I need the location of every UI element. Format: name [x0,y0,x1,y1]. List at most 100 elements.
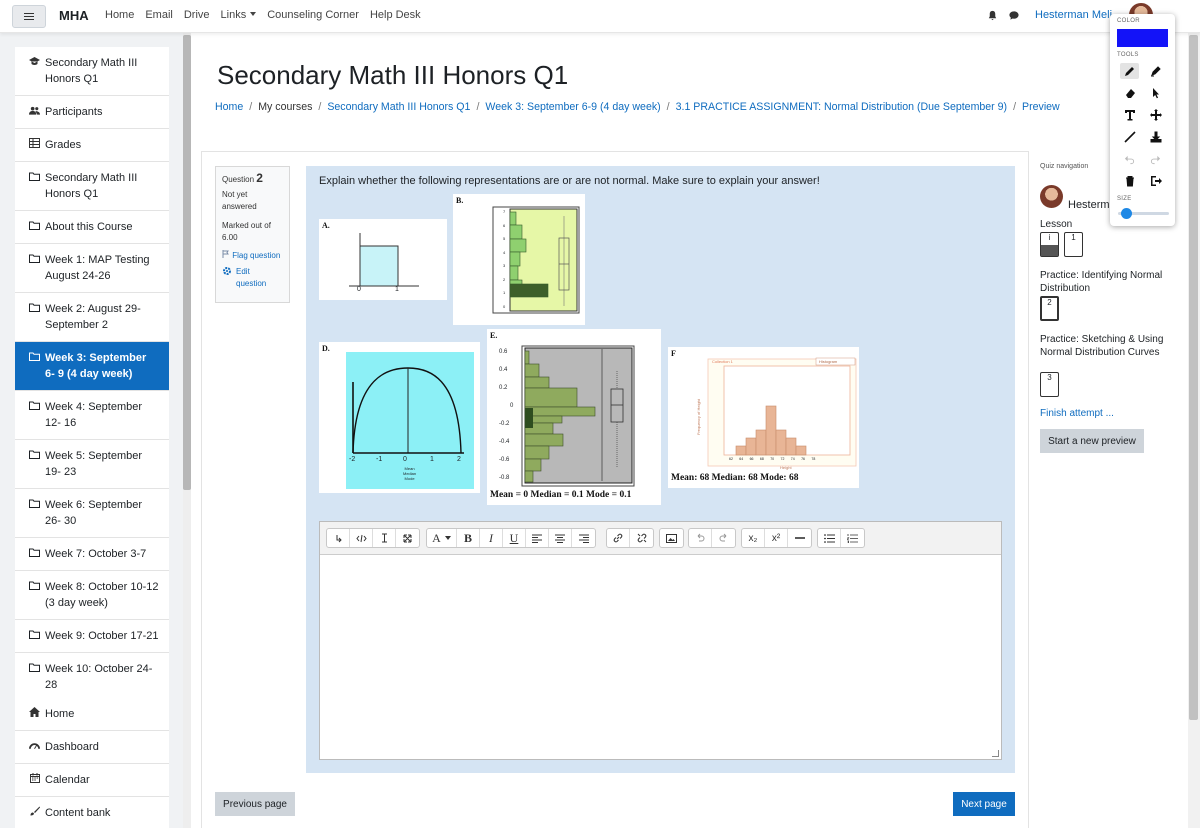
italic-button[interactable]: I [480,529,503,547]
text-cursor-button[interactable] [373,529,396,547]
hist-bar [524,445,550,460]
breadcrumb-activity[interactable]: 3.1 PRACTICE ASSIGNMENT: Normal Distribu… [676,101,1007,113]
resize-handle[interactable] [992,750,999,757]
align-right-button[interactable] [572,529,595,547]
sidebar-item-0[interactable]: Secondary Math III Honors Q1 [15,47,169,96]
font-style-dropdown[interactable]: A [427,529,457,547]
sidebar-item-3[interactable]: Secondary Math III Honors Q1 [15,162,169,211]
flag-question-link[interactable]: Flag question [222,250,283,262]
sidebar-scrollbar-thumb[interactable] [183,35,191,490]
toolbar-group-misc [326,528,420,548]
exit-tool-button[interactable] [1146,173,1165,189]
breadcrumb-separator: / [1013,101,1017,113]
answer-textarea[interactable] [320,556,1001,759]
sidebar-item-8[interactable]: Week 4: September 12- 16 [15,391,169,440]
size-slider-handle[interactable] [1121,208,1132,219]
nav-drive-link[interactable]: Drive [184,9,210,21]
site-nav-item-1[interactable]: Dashboard [15,731,169,764]
site-nav-item-3[interactable]: Content bank [15,797,169,828]
sidebar-item-12[interactable]: Week 8: October 10-12 (3 day week) [15,571,169,620]
pen-tool-button[interactable] [1120,63,1139,79]
sidebar-item-2[interactable]: Grades [15,129,169,162]
sidebar-item-6[interactable]: Week 2: August 29- September 2 [15,293,169,342]
breadcrumb-section[interactable]: Week 3: September 6-9 (4 day week) [485,101,660,113]
site-nav-item-label: Home [45,708,75,720]
quiz-navigation-title: Quiz navigation [1040,163,1089,170]
axis-note: Mean Median Mode [403,466,416,481]
finish-attempt-link[interactable]: Finish attempt ... [1040,408,1114,419]
sidebar-item-10[interactable]: Week 6: September 26- 30 [15,489,169,538]
nav-counseling-link[interactable]: Counseling Corner [267,9,359,21]
marker-tool-button[interactable] [1146,63,1165,79]
download-tool-button[interactable] [1146,129,1165,145]
hist-bar [735,445,747,456]
align-center-button[interactable] [549,529,572,547]
quiz-nav-button-1[interactable]: 1 [1064,232,1083,257]
fullscreen-button[interactable] [396,529,419,547]
bell-icon[interactable] [987,10,998,21]
page-scrollbar-thumb[interactable] [1189,35,1198,720]
subscript-button[interactable]: x₂ [742,529,765,547]
site-nav-item-label: Dashboard [45,741,99,753]
bold-button[interactable]: B [457,529,480,547]
undo-button[interactable] [689,529,712,547]
image-button[interactable] [660,529,683,547]
color-swatch[interactable] [1117,29,1168,47]
nav-links-dropdown[interactable]: Links [221,9,257,21]
undo-tool-button[interactable] [1120,151,1139,167]
quiz-nav-button-2[interactable]: 2 [1040,296,1059,321]
html-button[interactable] [350,529,373,547]
cap-icon [29,56,40,66]
site-nav-item-0[interactable]: Home [15,698,169,731]
tick-label: 0 [503,303,506,309]
sidebar-item-14[interactable]: Week 10: October 24- 28 [15,653,169,702]
previous-page-button[interactable]: Previous page [215,792,295,816]
link-button[interactable] [607,529,630,547]
edit-question-link[interactable]: Edit question [222,266,283,290]
chat-icon[interactable] [1008,10,1020,21]
sidebar-item-label: Week 9: October 17-21 [45,630,159,642]
select-tool-button[interactable] [1146,85,1165,101]
align-left-button[interactable] [526,529,549,547]
horizontal-rule-button[interactable] [788,529,811,547]
start-new-preview-button[interactable]: Start a new preview [1040,429,1144,453]
bullet-list-button[interactable] [818,529,841,547]
nav-email-link[interactable]: Email [145,9,173,21]
hist-bar [509,251,521,267]
line-tool-button[interactable] [1120,129,1139,145]
folder-icon [29,662,40,672]
tick-label: 76 [801,457,805,461]
underline-button[interactable]: U [503,529,526,547]
site-brand[interactable]: MHA [59,8,89,23]
breadcrumb-course[interactable]: Secondary Math III Honors Q1 [327,101,470,113]
sidebar-item-4[interactable]: About this Course [15,211,169,244]
quiz-nav-button-info[interactable]: i [1040,232,1059,257]
nav-helpdesk-link[interactable]: Help Desk [370,9,421,21]
toolbar-collapse-button[interactable] [327,529,350,547]
numbered-list-button[interactable] [841,529,864,547]
breadcrumb-preview[interactable]: Preview [1022,101,1060,113]
nav-home-link[interactable]: Home [105,9,134,21]
sidebar-item-1[interactable]: Participants [15,96,169,129]
move-tool-button[interactable] [1146,107,1165,123]
sidebar-item-7[interactable]: Week 3: September 6- 9 (4 day week) [15,342,169,391]
quiz-nav-button-3[interactable]: 3 [1040,372,1059,397]
site-nav-item-2[interactable]: Calendar [15,764,169,797]
hist-bar [509,224,523,240]
tick-label: -0.6 [499,457,510,463]
eraser-tool-button[interactable] [1120,85,1139,101]
sidebar-item-5[interactable]: Week 1: MAP Testing August 24-26 [15,244,169,293]
unlink-button[interactable] [630,529,653,547]
sidebar-item-13[interactable]: Week 9: October 17-21 [15,620,169,653]
menu-toggle-button[interactable] [12,5,46,28]
breadcrumb-home[interactable]: Home [215,101,243,113]
text-tool-button[interactable] [1120,107,1139,123]
redo-tool-button[interactable] [1146,151,1165,167]
superscript-button[interactable]: x² [765,529,788,547]
sidebar-item-11[interactable]: Week 7: October 3-7 [15,538,169,571]
user-menu-name[interactable]: Hesterman Meli [1035,9,1112,21]
redo-button[interactable] [712,529,735,547]
next-page-button[interactable]: Next page [953,792,1015,816]
sidebar-item-9[interactable]: Week 5: September 19- 23 [15,440,169,489]
clear-tool-button[interactable] [1120,173,1139,189]
